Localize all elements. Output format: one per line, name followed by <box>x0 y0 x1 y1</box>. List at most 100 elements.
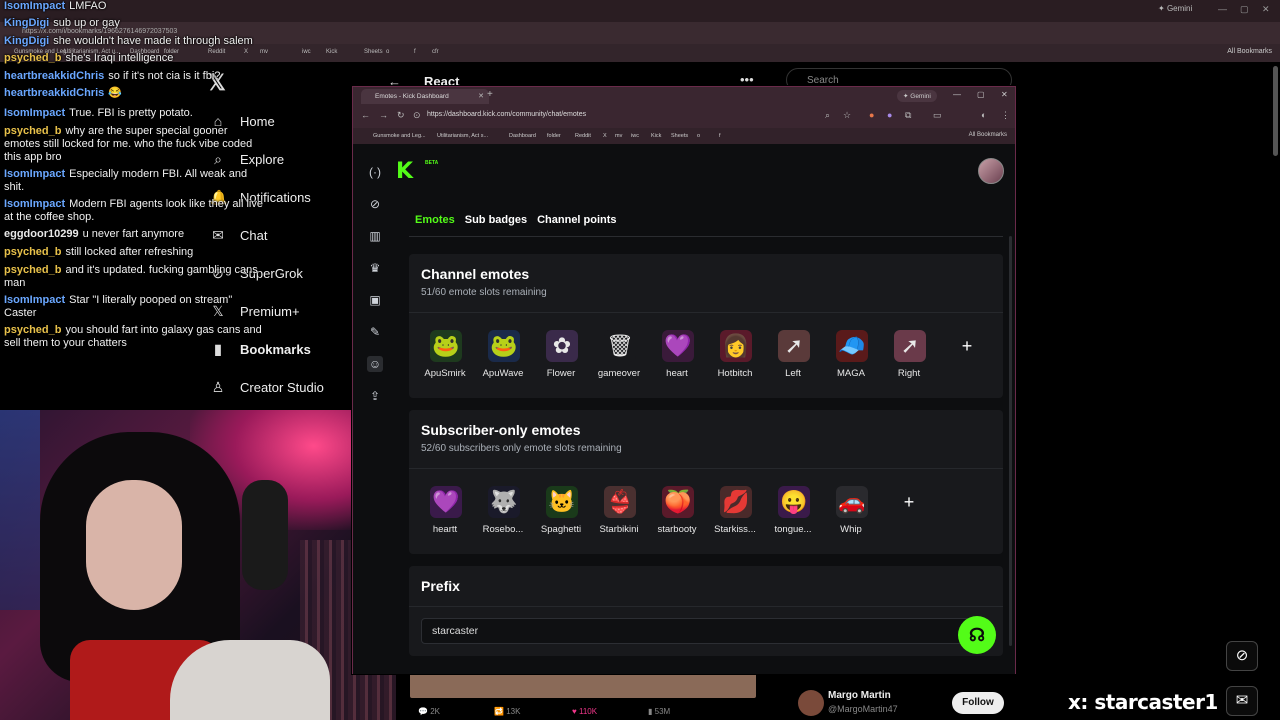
sidebar-icon[interactable]: ▭ <box>933 110 942 121</box>
background-scrollbar[interactable] <box>1273 66 1278 156</box>
emote-image[interactable]: 🚗 <box>836 486 868 518</box>
repost-count[interactable]: 🔁 13K <box>494 707 520 716</box>
chat-username[interactable]: psyched_b <box>4 125 61 137</box>
kick-browser-tab[interactable]: Emotes - Kick Dashboard ✕ <box>361 89 489 104</box>
emote-tile[interactable]: ✿ Flower <box>533 330 589 386</box>
emote-image[interactable]: 🐱 <box>546 486 578 518</box>
chat-username[interactable]: eggdoor10299 <box>4 228 79 240</box>
tab-channel-points[interactable]: Channel points <box>537 214 616 226</box>
emote-image[interactable]: 🐸 <box>430 330 462 362</box>
x-nav-creator-studio[interactable]: ♙ Creator Studio <box>210 379 324 396</box>
kick-minimize-icon[interactable]: — <box>953 90 961 99</box>
background-bookmark[interactable]: Kick <box>326 49 337 55</box>
follow-button[interactable]: Follow <box>952 692 1004 714</box>
kick-bookmark[interactable]: X <box>603 133 607 139</box>
profile-avatar[interactable] <box>798 690 824 716</box>
kick-bookmark[interactable]: mv <box>615 133 622 139</box>
maximize-icon[interactable]: ▢ <box>1240 4 1249 15</box>
user-avatar[interactable] <box>978 158 1004 184</box>
view-count[interactable]: ▮ 53M <box>648 707 670 716</box>
chat-username[interactable]: IsomImpact <box>4 107 65 119</box>
emote-image[interactable]: 👩 <box>720 330 752 362</box>
emote-image[interactable]: 😛 <box>778 486 810 518</box>
emote-image[interactable]: 💜 <box>662 330 694 362</box>
emote-image[interactable]: 🗑 <box>604 330 636 362</box>
bookmark-star-icon[interactable]: ☆ <box>843 110 851 121</box>
grok-icon[interactable]: ⊘ <box>1226 641 1258 671</box>
background-bookmark[interactable]: cfr <box>432 49 439 55</box>
emote-image[interactable]: ➚ <box>894 330 926 362</box>
extensions-puzzle-icon[interactable]: ⧉ <box>905 110 911 121</box>
chat-username[interactable]: IsomImpact <box>4 198 65 210</box>
kick-bookmark[interactable]: folder <box>547 133 561 139</box>
emote-tile[interactable]: 💜 heartt <box>417 486 473 542</box>
community-icon[interactable]: ☺ <box>367 356 383 372</box>
background-all-bookmarks[interactable]: All Bookmarks <box>1227 48 1272 55</box>
kick-bookmark[interactable]: Reddit <box>575 133 591 139</box>
emote-image[interactable]: 🐺 <box>488 486 520 518</box>
emote-tile[interactable]: 🐸 ApuSmirk <box>417 330 473 386</box>
emote-tile[interactable]: 🍑 starbooty <box>649 486 705 542</box>
kick-all-bookmarks[interactable]: All Bookmarks <box>969 132 1007 138</box>
emote-tile[interactable]: ➚ Right <box>881 330 937 386</box>
more-icon[interactable]: ••• <box>740 72 754 87</box>
emote-tile[interactable]: 😛 tongue... <box>765 486 821 542</box>
chat-username[interactable]: IsomImpact <box>4 168 65 180</box>
add-subscriber-emote-button[interactable]: + <box>893 486 925 518</box>
chat-username[interactable]: KingDigi <box>4 35 49 47</box>
emote-tile[interactable]: 🗑 gameover <box>591 330 647 386</box>
emote-image[interactable]: 👙 <box>604 486 636 518</box>
emote-image[interactable]: ➚ <box>778 330 810 362</box>
profile-name[interactable]: Margo Martin <box>828 690 891 701</box>
kick-bookmark[interactable]: Sheets <box>671 133 688 139</box>
link-icon[interactable]: ⊘ <box>367 196 383 212</box>
emote-image[interactable]: ✿ <box>546 330 578 362</box>
kick-bookmark[interactable]: Gunsmoke and Leg... <box>373 133 426 139</box>
chat-username[interactable]: psyched_b <box>4 52 61 64</box>
tweet-media[interactable] <box>410 672 756 698</box>
emote-tile[interactable]: 🐸 ApuWave <box>475 330 531 386</box>
emote-tile[interactable]: 🚗 Whip <box>823 486 879 542</box>
background-bookmark[interactable]: o <box>386 49 389 55</box>
close-icon[interactable]: ✕ <box>1262 4 1270 15</box>
chat-username[interactable]: heartbreakkidChris <box>4 87 104 99</box>
emote-tile[interactable]: 💋 Starkiss... <box>707 486 763 542</box>
kick-bookmark[interactable]: Dashboard <box>509 133 536 139</box>
video-icon[interactable]: ▣ <box>367 292 383 308</box>
back-icon[interactable]: ← <box>361 110 370 120</box>
tab-sub-badges[interactable]: Sub badges <box>465 214 527 226</box>
background-bookmark[interactable]: iwc <box>302 49 311 55</box>
analytics-icon[interactable]: ▥ <box>367 228 383 244</box>
wrench-icon[interactable]: ✎ <box>367 324 383 340</box>
background-bookmark[interactable]: Sheets <box>364 49 383 55</box>
kick-close-icon[interactable]: ✕ <box>1001 90 1008 99</box>
upload-icon[interactable]: ⇪ <box>367 388 383 404</box>
prefix-input[interactable]: starcaster <box>421 618 983 644</box>
emote-tile[interactable]: 👙 Starbikini <box>591 486 647 542</box>
emote-image[interactable]: 💋 <box>720 486 752 518</box>
reply-count[interactable]: 💬 2K <box>418 707 440 716</box>
messages-icon[interactable]: ✉ <box>1226 686 1258 716</box>
site-info-icon[interactable]: ⊙ <box>413 110 421 121</box>
extension-icon-2[interactable]: ● <box>887 110 892 120</box>
emote-image[interactable]: 💜 <box>430 486 462 518</box>
chat-username[interactable]: KingDigi <box>4 17 49 29</box>
kick-gemini-button[interactable]: ✦ Gemini <box>897 90 937 102</box>
stream-icon[interactable]: (·) <box>367 164 383 180</box>
kick-bookmark[interactable]: iwc <box>631 133 639 139</box>
emote-image[interactable]: 🐸 <box>488 330 520 362</box>
chat-username[interactable]: IsomImpact <box>4 294 65 306</box>
profile-icon[interactable]: ◐ <box>981 110 986 120</box>
chat-username[interactable]: psyched_b <box>4 246 61 258</box>
forward-icon[interactable]: → <box>379 110 388 120</box>
emote-tile[interactable]: 💜 heart <box>649 330 705 386</box>
kick-bookmark[interactable]: Kick <box>651 133 661 139</box>
tab-emotes[interactable]: Emotes <box>415 214 455 226</box>
support-headset-button[interactable]: ☊ <box>958 616 996 654</box>
zoom-icon[interactable]: ⌕ <box>825 110 830 121</box>
kick-bookmark[interactable]: o <box>697 133 700 139</box>
tab-close-icon[interactable]: ✕ <box>478 92 484 100</box>
background-gemini-button[interactable]: ✦ Gemini <box>1158 4 1192 13</box>
kick-bookmark[interactable]: f <box>719 133 721 139</box>
kebab-menu-icon[interactable]: ⋮ <box>1001 110 1010 121</box>
